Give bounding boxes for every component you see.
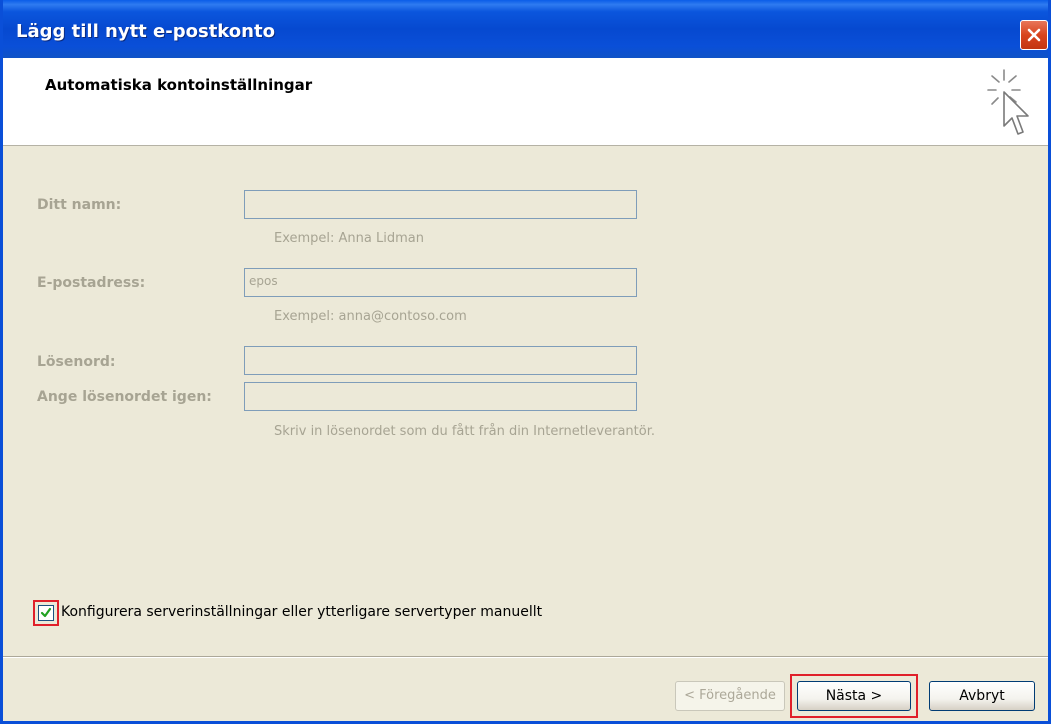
manual-config-highlight <box>33 600 59 626</box>
email-label: E-postadress: <box>37 275 146 291</box>
email-field[interactable]: epos <box>244 268 637 297</box>
title-bar[interactable]: Lägg till nytt e-postkonto <box>3 0 1048 58</box>
cursor-sparkle-icon <box>987 69 1029 135</box>
manual-config-label[interactable]: Konfigurera serverinställningar eller yt… <box>61 604 542 620</box>
add-email-account-dialog: Lägg till nytt e-postkonto Automatiska k… <box>0 0 1051 724</box>
wizard-header: Automatiska kontoinställningar <box>3 58 1048 146</box>
window-title: Lägg till nytt e-postkonto <box>16 21 275 42</box>
next-button[interactable]: Nästa > <box>797 681 911 711</box>
manual-config-checkbox[interactable] <box>38 605 54 621</box>
name-label: Ditt namn: <box>37 197 122 213</box>
password-field[interactable] <box>244 346 637 375</box>
password-hint: Skriv in lösenordet som du fått från din… <box>274 424 655 439</box>
email-hint: Exempel: anna@contoso.com <box>274 309 467 324</box>
back-button[interactable]: < Föregående <box>675 681 785 711</box>
password-confirm-field[interactable] <box>244 382 637 411</box>
close-icon <box>1027 28 1041 42</box>
name-field[interactable] <box>244 190 637 219</box>
footer-divider <box>3 656 1048 658</box>
close-button[interactable] <box>1020 20 1048 50</box>
checkmark-icon <box>40 607 52 618</box>
password-label: Lösenord: <box>37 354 116 370</box>
page-title: Automatiska kontoinställningar <box>45 76 313 94</box>
name-hint: Exempel: Anna Lidman <box>274 231 424 246</box>
password-confirm-label: Ange lösenordet igen: <box>37 389 212 405</box>
cancel-button[interactable]: Avbryt <box>929 681 1035 711</box>
